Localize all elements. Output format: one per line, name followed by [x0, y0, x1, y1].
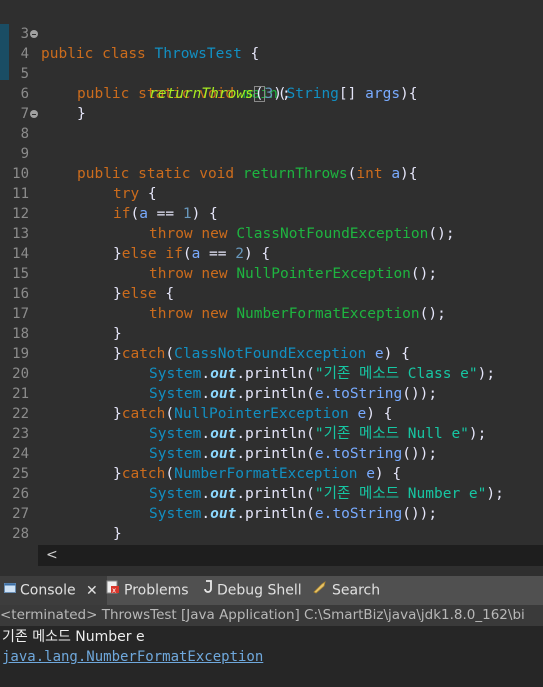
- fold-toggle-icon[interactable]: [30, 110, 38, 118]
- code-line-7[interactable]: 7: [0, 84, 543, 122]
- fold-toggle-icon[interactable]: [30, 30, 38, 38]
- horizontal-scrollbar[interactable]: <: [38, 545, 543, 566]
- panel-divider: [0, 566, 543, 576]
- code-line-5[interactable]: 5 returnThrows(3);: [0, 44, 543, 102]
- console-output-line: 기존 메소드 Number e: [2, 629, 145, 645]
- code-line-3[interactable]: 3 public class ThrowsTest {: [0, 4, 543, 62]
- tab-debug-shell[interactable]: Debug Shell: [203, 576, 302, 605]
- tab-label: Debug Shell: [217, 582, 302, 599]
- tab-search[interactable]: Search: [312, 576, 380, 605]
- code-line-29[interactable]: 29 }: [0, 524, 543, 544]
- code-line-22[interactable]: 22 System.out.println("기존 메소드 Null e");: [0, 384, 543, 442]
- problems-icon: x: [106, 576, 120, 605]
- code-line-25[interactable]: 25 System.out.println("기존 메소드 Number e")…: [0, 444, 543, 502]
- debug-shell-icon: [203, 576, 213, 605]
- process-status-text: <terminated> ThrowsTest [Java Applicatio…: [0, 607, 525, 623]
- tab-label: Console: [20, 582, 76, 599]
- console-status-line: <terminated> ThrowsTest [Java Applicatio…: [0, 605, 543, 626]
- code-line-19[interactable]: 19 System.out.println("기존 메소드 Class e");: [0, 324, 543, 382]
- console-icon: [4, 576, 16, 605]
- console-output[interactable]: 기존 메소드 Number e java.lang.NumberFormatEx…: [0, 626, 543, 687]
- tab-label: Problems: [124, 582, 189, 599]
- code-line-27[interactable]: 27 }: [0, 484, 543, 542]
- code-line-13[interactable]: 13 }else if(a == 2) {: [0, 204, 543, 262]
- code-line-8[interactable]: 8 public static void returnThrows(int a)…: [0, 104, 543, 182]
- tab-label: Search: [332, 582, 381, 599]
- gutter-filler: [0, 545, 38, 566]
- code-editor[interactable]: 3 public class ThrowsTest { 4 public sta…: [0, 0, 543, 545]
- code-line-24[interactable]: 24 }catch(NumberFormatException e) {: [0, 424, 543, 482]
- code-line-17[interactable]: 17 }: [0, 284, 543, 342]
- scroll-left-arrow-icon[interactable]: <: [46, 545, 58, 566]
- code-line-23[interactable]: 23 System.out.println(e.toString());: [0, 404, 543, 462]
- code-line-26[interactable]: 26 System.out.println(e.toString());: [0, 464, 543, 522]
- code-line-11[interactable]: 11 if(a == 1) {: [0, 164, 543, 222]
- code-line-21[interactable]: 21 }catch(NullPointerException e) {: [0, 364, 543, 422]
- console-tab-bar: Console ✕ x Problems Debug Shell Search: [0, 576, 543, 605]
- code-line-14[interactable]: 14 throw new NullPointerException();: [0, 224, 543, 282]
- tab-problems[interactable]: x Problems: [106, 576, 189, 605]
- code-line-16[interactable]: 16 throw new NumberFormatException();: [0, 264, 543, 322]
- code-line-6[interactable]: 6 }: [0, 64, 543, 122]
- code-line-12[interactable]: 12 throw new ClassNotFoundException();: [0, 184, 543, 242]
- code-line-9[interactable]: 9: [0, 124, 543, 162]
- code-line-18[interactable]: 18 }catch(ClassNotFoundException e) {: [0, 304, 543, 362]
- close-icon[interactable]: ✕: [86, 583, 98, 599]
- code-line-10[interactable]: 10 try {: [0, 144, 543, 202]
- code-line-20[interactable]: 20 System.out.println(e.toString());: [0, 344, 543, 402]
- tab-console[interactable]: Console ✕: [0, 576, 107, 605]
- svg-text:x: x: [112, 587, 116, 595]
- exception-link[interactable]: java.lang.NumberFormatException: [2, 647, 263, 667]
- code-line-4[interactable]: 4 public static void main(String[] args)…: [0, 24, 543, 102]
- search-icon: [312, 576, 328, 605]
- code-line-28[interactable]: 28: [0, 504, 543, 542]
- code-line-15[interactable]: 15 }else {: [0, 244, 543, 302]
